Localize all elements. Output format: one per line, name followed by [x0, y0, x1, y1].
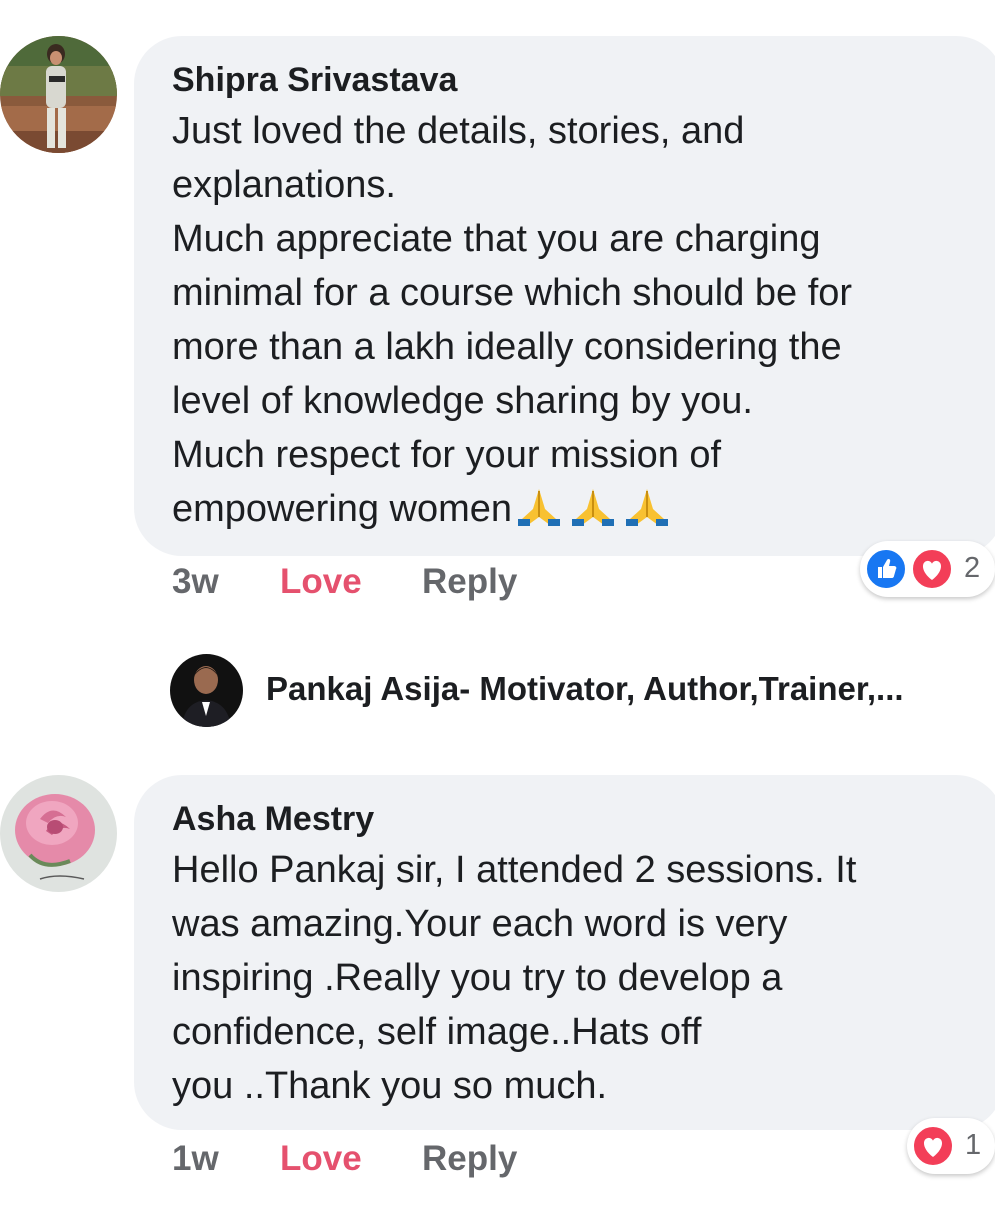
comment-line: you ..Thank you so much.: [172, 1065, 608, 1107]
reaction-count: 2: [964, 552, 981, 584]
comment-bubble[interactable]: Shipra Srivastava Just loved the details…: [134, 36, 995, 556]
reaction-count: 1: [965, 1129, 982, 1161]
reply-preview-author[interactable]: Pankaj Asija- Motivator, Author,Trainer,…: [266, 670, 904, 708]
reply-author-avatar[interactable]: [170, 654, 243, 727]
love-reaction-link[interactable]: Love: [280, 562, 362, 602]
folded-hands-emoji-group: [514, 487, 676, 542]
comment-line: Just loved the details, stories, and: [172, 110, 745, 152]
reply-link[interactable]: Reply: [422, 562, 517, 602]
comment-bubble[interactable]: Asha Mestry Hello Pankaj sir, I attended…: [134, 775, 995, 1130]
reaction-summary[interactable]: 1: [907, 1118, 995, 1174]
comment-line: Much appreciate that you are charging: [172, 218, 821, 260]
comment-line: minimal for a course which should be for: [172, 272, 853, 314]
comment-line: was amazing.Your each word is very: [172, 903, 788, 945]
comment-line: level of knowledge sharing by you.: [172, 380, 753, 422]
comment-line: Much respect for your mission of: [172, 434, 722, 476]
comment-timestamp[interactable]: 3w: [172, 562, 219, 602]
reaction-summary[interactable]: 2: [860, 541, 995, 597]
folded-hands-icon: [626, 489, 669, 526]
commenter-avatar[interactable]: [0, 36, 117, 153]
comment-text: Just loved the details, stories, and exp…: [172, 104, 852, 542]
comment-line: more than a lakh ideally considering the: [172, 326, 842, 368]
folded-hands-icon: [518, 489, 561, 526]
commenter-avatar[interactable]: [0, 775, 117, 892]
comment-author[interactable]: Asha Mestry: [172, 800, 374, 838]
comment-line: inspiring .Really you try to develop a: [172, 957, 783, 999]
folded-hands-icon: [572, 489, 615, 526]
comment-line: confidence, self image..Hats off: [172, 1011, 702, 1053]
love-icon: [910, 547, 954, 591]
comment-line: explanations.: [172, 164, 396, 206]
reply-link[interactable]: Reply: [422, 1139, 517, 1179]
comment-timestamp[interactable]: 1w: [172, 1139, 219, 1179]
love-reaction-link[interactable]: Love: [280, 1139, 362, 1179]
like-icon: [864, 547, 908, 591]
comment-author[interactable]: Shipra Srivastava: [172, 61, 457, 99]
love-icon: [911, 1124, 955, 1168]
comment-text: Hello Pankaj sir, I attended 2 sessions.…: [172, 843, 856, 1113]
comment-line: Hello Pankaj sir, I attended 2 sessions.…: [172, 849, 857, 891]
comment-line: empowering women: [172, 488, 513, 530]
